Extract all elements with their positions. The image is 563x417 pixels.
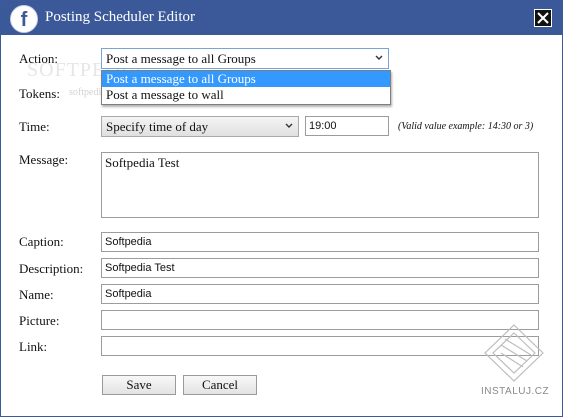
instaluj-logo-icon <box>484 324 544 382</box>
close-icon <box>537 12 549 24</box>
save-button[interactable]: Save <box>102 375 176 395</box>
message-textarea[interactable]: Softpedia Test <box>101 152 539 218</box>
time-label: Time: <box>19 119 50 134</box>
description-label: Description: <box>19 261 84 276</box>
action-select-value: Post a message to all Groups <box>106 51 256 66</box>
description-input[interactable]: Softpedia Test <box>101 258 539 278</box>
action-option-wall[interactable]: Post a message to wall <box>102 87 390 103</box>
action-label: Action: <box>19 51 58 66</box>
action-select[interactable]: Post a message to all Groups <box>101 48 389 69</box>
cancel-button[interactable]: Cancel <box>183 375 257 395</box>
picture-input[interactable] <box>101 310 539 330</box>
link-input[interactable] <box>101 336 539 356</box>
message-label: Message: <box>19 152 69 167</box>
instaluj-brand: INSTALUJ.CZ <box>481 386 550 397</box>
time-input[interactable]: 19:00 <box>305 116 389 136</box>
picture-label: Picture: <box>19 313 60 328</box>
name-input[interactable]: Softpedia <box>101 284 539 304</box>
time-mode-value: Specify time of day <box>106 119 209 134</box>
tokens-label: Tokens: <box>19 86 60 101</box>
time-hint: (Valid value example: 14:30 or 3) <box>398 121 534 132</box>
link-label: Link: <box>19 339 48 354</box>
caption-label: Caption: <box>19 234 64 249</box>
name-label: Name: <box>19 287 54 302</box>
chevron-down-icon <box>285 123 293 128</box>
facebook-icon: f <box>10 5 38 33</box>
chevron-down-icon <box>375 55 383 60</box>
caption-input[interactable]: Softpedia <box>101 232 539 252</box>
editor-window: f Posting Scheduler Editor SOFTPEDIA sof… <box>0 0 563 417</box>
window-title: Posting Scheduler Editor <box>45 9 195 25</box>
close-button[interactable] <box>534 9 552 27</box>
title-bar[interactable]: f Posting Scheduler Editor <box>1 1 562 35</box>
action-dropdown-list: Post a message to all Groups Post a mess… <box>101 70 391 105</box>
action-option-all-groups[interactable]: Post a message to all Groups <box>102 71 390 87</box>
time-mode-select[interactable]: Specify time of day <box>101 116 299 137</box>
